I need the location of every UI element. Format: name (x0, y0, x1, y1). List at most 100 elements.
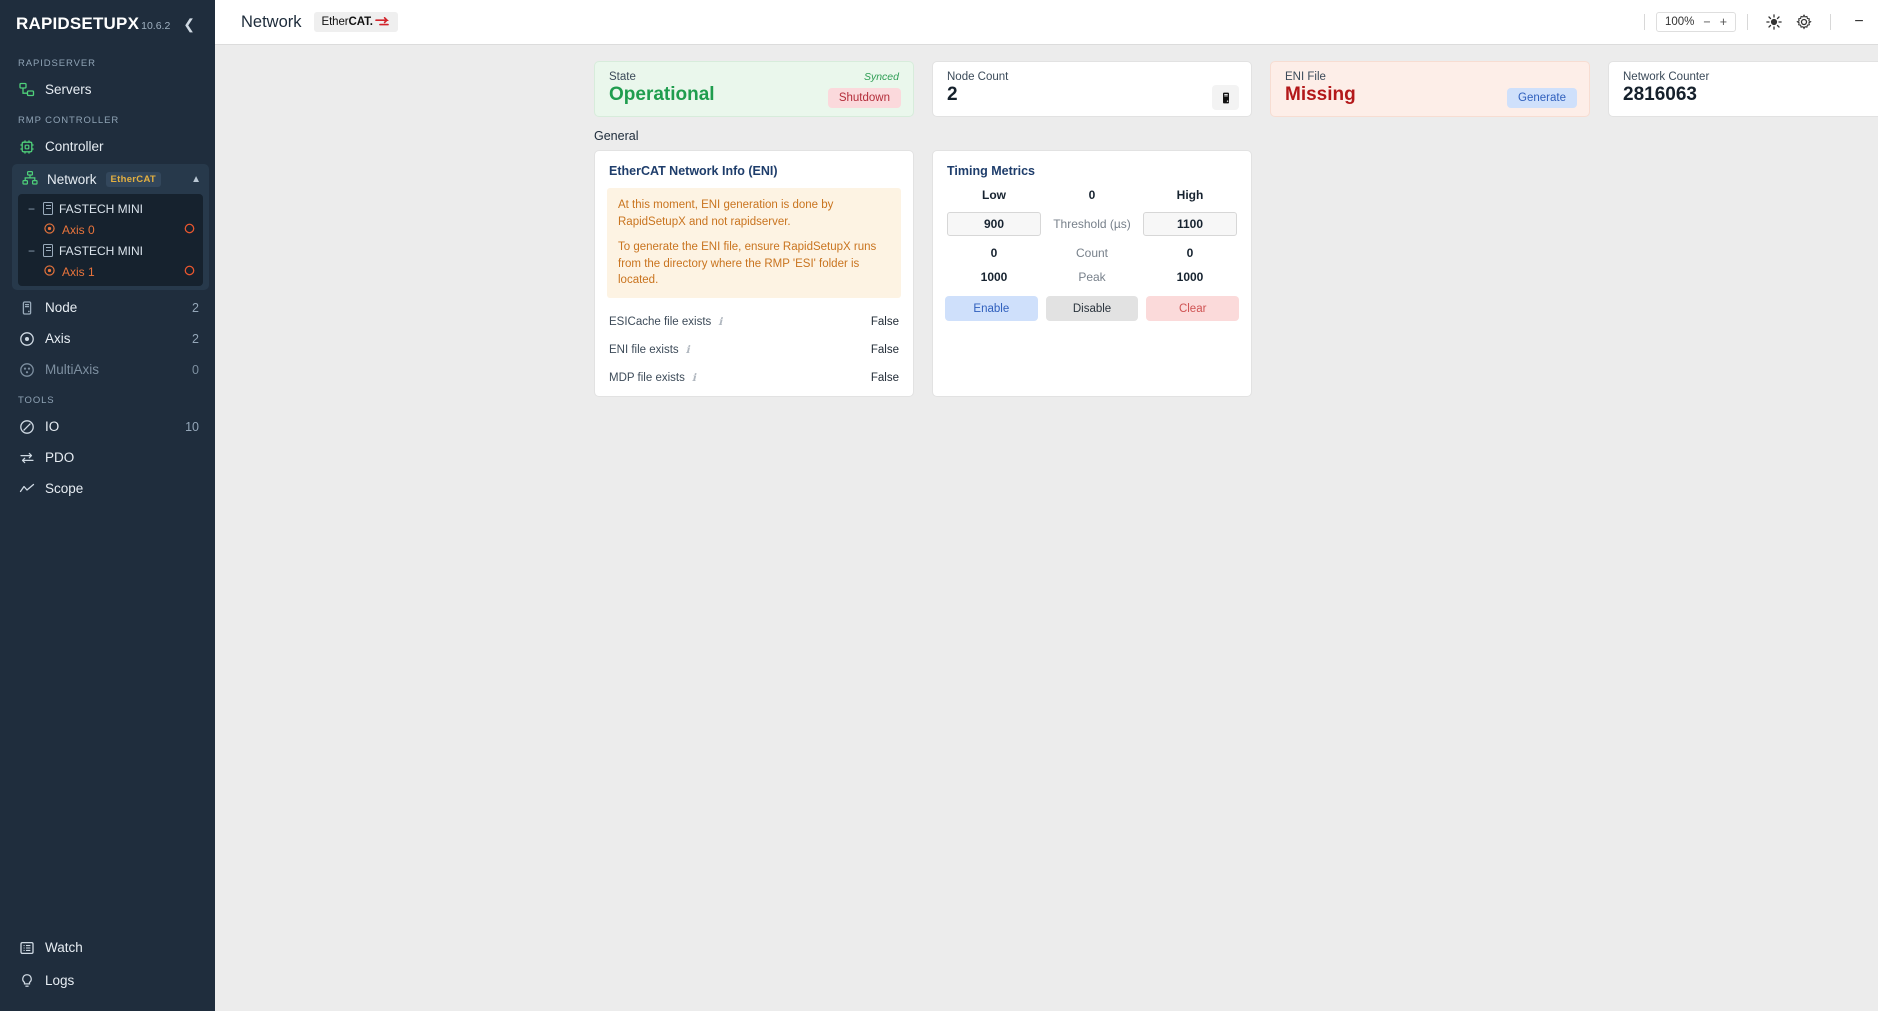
info-icon[interactable]: ℹ (718, 316, 722, 328)
sync-status: Synced (863, 71, 899, 83)
row-label: MDP file exists (609, 371, 685, 384)
card-value: 2816063 (1623, 84, 1697, 105)
multiaxis-icon (18, 361, 35, 378)
sidebar-item-controller[interactable]: Controller (0, 131, 215, 162)
sidebar-item-label: Scope (45, 481, 84, 496)
axis-icon (44, 222, 55, 237)
sidebar-item-label: MultiAxis (45, 362, 100, 377)
timing-header-mid: 0 (1088, 188, 1096, 202)
page-title: Network (241, 12, 302, 31)
sidebar-item-servers[interactable]: Servers (0, 74, 215, 105)
collapse-minus-icon[interactable]: − (28, 202, 37, 216)
sidebar-item-count: 2 (192, 300, 199, 315)
axis-icon (44, 264, 55, 279)
chevron-left-icon[interactable]: ❮ (179, 15, 199, 33)
zoom-control[interactable]: 100% − + (1655, 11, 1736, 33)
chevron-up-icon[interactable]: ▲ (191, 174, 201, 185)
pdo-icon (18, 449, 35, 466)
list-item: ESICache file exists ℹ False (609, 308, 899, 336)
network-icon (22, 170, 38, 189)
gear-icon[interactable] (1789, 8, 1819, 36)
sidebar-bottom-nav: Watch Logs (0, 931, 215, 1011)
timing-row-header: Low 0 High (945, 188, 1239, 202)
row-key: MDP file exists ℹ (609, 372, 871, 384)
peak-low-value: 1000 (980, 270, 1008, 284)
app-logo: RAPIDSETUPX 10.6.2 (16, 14, 170, 34)
tree-node-item[interactable]: − FASTECH MINI (18, 240, 203, 261)
sidebar-header: RAPIDSETUPX 10.6.2 ❮ (0, 0, 215, 44)
scope-icon (18, 480, 35, 497)
sidebar-item-node[interactable]: Node 2 (0, 292, 215, 323)
eni-file-status-list: ESICache file exists ℹ False ENI file ex… (595, 298, 913, 392)
peak-high-value: 1000 (1176, 270, 1204, 284)
app-root: RAPIDSETUPX 10.6.2 ❮ RAPIDSERVER Servers … (0, 0, 1878, 1011)
sidebar-nav: RAPIDSERVER Servers RMP CONTROLLER Contr… (0, 44, 215, 931)
sidebar-item-io[interactable]: IO 10 (0, 411, 215, 442)
axis-icon (18, 330, 35, 347)
threshold-label: Threshold (µs) (1053, 217, 1131, 231)
zoom-out-button[interactable]: − (1703, 16, 1710, 29)
sidebar-item-label: Axis (45, 331, 71, 346)
sidebar-item-label: Node (45, 300, 78, 315)
sidebar-item-count: 10 (185, 419, 199, 434)
card-node-count: Node Count 2 (932, 61, 1252, 117)
generate-button[interactable]: Generate (1507, 88, 1577, 108)
count-low-value: 0 (990, 246, 998, 260)
sidebar-item-scope[interactable]: Scope (0, 473, 215, 504)
sidebar-item-label: Servers (45, 82, 92, 97)
info-icon[interactable]: ℹ (686, 344, 690, 356)
row-label: ESICache file exists (609, 315, 712, 328)
sidebar-item-watch[interactable]: Watch (0, 931, 215, 964)
card-label: State (609, 71, 636, 83)
app-version: 10.6.2 (141, 20, 171, 32)
clear-button[interactable]: Clear (1146, 296, 1240, 321)
threshold-high-input[interactable]: 1100 (1143, 212, 1237, 236)
tree-axis-item[interactable]: Axis 0 (18, 219, 203, 240)
sidebar-item-logs[interactable]: Logs (0, 964, 215, 997)
timing-row-threshold: 900 Threshold (µs) 1100 (945, 212, 1239, 236)
row-value: False (870, 343, 899, 356)
panel-ethercat-network-info: EtherCAT Network Info (ENI) At this mome… (594, 150, 914, 397)
sidebar-item-multiaxis[interactable]: MultiAxis 0 (0, 354, 215, 385)
info-icon[interactable]: ℹ (692, 372, 696, 384)
bulb-icon (18, 972, 35, 989)
card-eni-file: ENI File Missing Generate (1270, 61, 1590, 117)
sidebar-section-rapidserver: RAPIDSERVER (18, 58, 96, 69)
timing-row-peak: 1000 Peak 1000 (945, 270, 1239, 284)
sidebar-section-rmp-controller: RMP CONTROLLER (18, 115, 120, 126)
divider (1830, 14, 1831, 30)
sidebar: RAPIDSETUPX 10.6.2 ❮ RAPIDSERVER Servers … (0, 0, 215, 1011)
status-badge: EtherCAT (105, 171, 162, 187)
count-label: Count (1075, 246, 1109, 260)
disable-button[interactable]: Disable (1045, 296, 1139, 321)
servers-icon (18, 81, 35, 98)
eni-notice: At this moment, ENI generation is done b… (607, 188, 901, 298)
brightness-icon[interactable] (1759, 8, 1789, 36)
shutdown-button[interactable]: Shutdown (827, 88, 901, 108)
enable-button[interactable]: Enable (945, 296, 1038, 321)
general-section-title: General (594, 129, 639, 143)
tree-axis-label: Axis 1 (62, 264, 95, 279)
zoom-level: 100% (1664, 16, 1695, 28)
row-value: False (870, 371, 899, 384)
node-icon (18, 299, 35, 316)
tree-node-item[interactable]: − FASTECH MINI (18, 198, 203, 219)
sidebar-item-label: IO (45, 419, 60, 434)
tree-node-label: FASTECH MINI (59, 243, 144, 258)
timing-high-label: High (1176, 188, 1204, 202)
threshold-low-input[interactable]: 900 (947, 212, 1041, 236)
node-icon (43, 202, 53, 215)
sidebar-item-axis[interactable]: Axis 2 (0, 323, 215, 354)
sidebar-item-label: Controller (45, 139, 104, 154)
sidebar-item-network[interactable]: Network EtherCAT ▲ (12, 164, 209, 194)
zoom-in-button[interactable]: + (1720, 16, 1727, 29)
tree-axis-label: Axis 0 (62, 222, 95, 237)
divider (1643, 14, 1645, 30)
collapse-minus-icon[interactable]: − (28, 244, 37, 258)
tree-axis-item[interactable]: Axis 1 (18, 261, 203, 282)
node-icon[interactable] (1212, 85, 1239, 110)
minimize-button[interactable]: − (1842, 7, 1876, 37)
sidebar-group-network: Network EtherCAT ▲ − FASTECH MINI Axis 0… (12, 164, 209, 290)
panels-row: EtherCAT Network Info (ENI) At this mome… (215, 150, 1878, 397)
sidebar-item-pdo[interactable]: PDO (0, 442, 215, 473)
